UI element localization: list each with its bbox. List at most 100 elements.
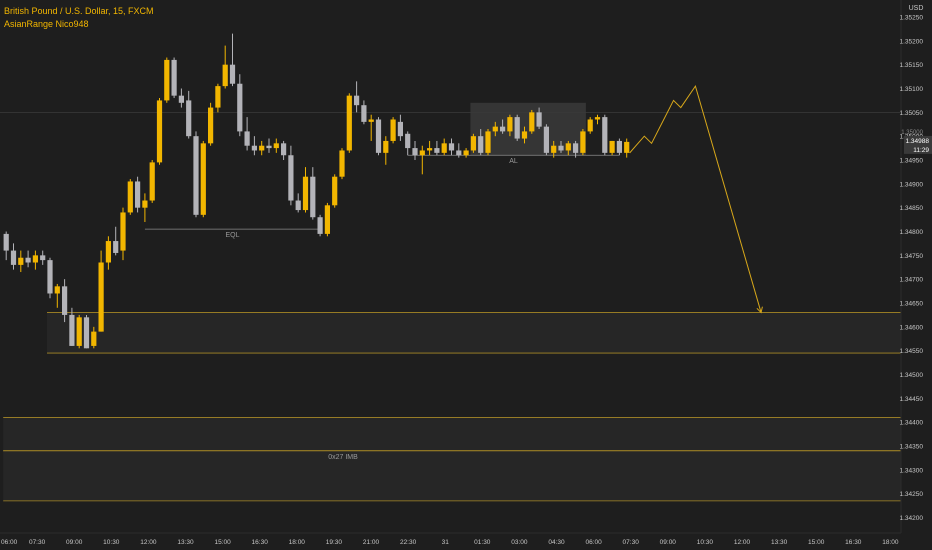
- candle-body: [62, 286, 68, 315]
- price-tick-label: 1.35050: [900, 110, 924, 117]
- candle-body: [390, 119, 396, 141]
- candle-body: [594, 117, 601, 120]
- candle-body: [69, 314, 75, 346]
- price-tick-label: 1.34550: [900, 348, 924, 355]
- price-tick-label: 1.34350: [900, 444, 924, 451]
- candle: [616, 138, 622, 156]
- candle-body: [310, 176, 316, 218]
- candle-body: [149, 162, 155, 201]
- candle-body: [244, 131, 250, 146]
- candle-body: [193, 136, 199, 215]
- candle-body: [164, 59, 170, 101]
- candle-body: [142, 200, 148, 208]
- candle-body: [10, 250, 17, 265]
- candle-body: [412, 148, 418, 156]
- candle-body: [448, 143, 455, 151]
- time-tick-label: 09:00: [660, 539, 677, 546]
- price-tick-label: 1.34700: [900, 277, 924, 284]
- candle-body: [339, 150, 345, 177]
- candle-body: [47, 260, 53, 294]
- price-tick-label: 1.34250: [900, 491, 924, 498]
- candle-body: [500, 126, 506, 132]
- candle-body: [324, 205, 330, 234]
- candle: [98, 250, 104, 332]
- price-tick-label: 1.35100: [900, 86, 924, 93]
- candle-body: [463, 150, 469, 156]
- candle: [83, 314, 90, 349]
- candle-body: [105, 241, 111, 263]
- candle: [390, 117, 396, 144]
- candle-body: [492, 126, 498, 132]
- candle-body: [91, 331, 97, 346]
- candle-body: [120, 212, 126, 251]
- candle-body: [208, 107, 214, 144]
- candle-body: [18, 257, 24, 265]
- price-tick-label: 1.34850: [900, 205, 924, 212]
- candle-body: [551, 145, 557, 153]
- time-tick-label: 10:30: [103, 539, 120, 546]
- candle-body: [609, 140, 615, 153]
- time-tick-label: 21:00: [363, 539, 380, 546]
- candle-body: [288, 155, 294, 201]
- candle-body: [383, 140, 389, 153]
- candle: [164, 57, 170, 103]
- price-tick-label: 1.34950: [900, 158, 924, 165]
- candle-body: [302, 176, 309, 211]
- candle-body: [521, 131, 528, 139]
- candle-body: [405, 133, 411, 149]
- candle-body: [361, 105, 367, 122]
- candle-body: [3, 233, 9, 251]
- zone-3: [3, 450, 901, 501]
- candle: [529, 109, 535, 134]
- price-tick-label: 1.34500: [900, 372, 924, 379]
- candle-body: [580, 131, 586, 153]
- candle: [208, 102, 214, 146]
- price-tick-label: 1.34450: [900, 396, 924, 403]
- candle: [346, 93, 352, 153]
- candle-body: [127, 181, 133, 213]
- candle-body: [375, 119, 382, 153]
- candle-body: [616, 140, 622, 153]
- candle: [543, 124, 549, 156]
- candle: [324, 202, 330, 237]
- candle-body: [215, 86, 221, 108]
- price-tick-label: 1.35200: [900, 38, 924, 45]
- candle: [580, 129, 586, 156]
- price-chart[interactable]: 0x27 IMB EQL AL USD 1.35250 1.35200 1.35150…: [0, 0, 932, 550]
- candle-body: [200, 143, 206, 215]
- candle-body: [565, 143, 571, 151]
- zone-label: 0x27 IMB: [328, 454, 358, 461]
- countdown-label: 11:29: [913, 147, 929, 154]
- time-tick-label: 01:30: [474, 539, 491, 546]
- candle-body: [281, 143, 287, 156]
- candle-body: [317, 217, 323, 234]
- time-tick-label: 10:30: [697, 539, 714, 546]
- candle-body: [332, 176, 338, 206]
- candle-body: [602, 117, 608, 153]
- candle-body: [441, 143, 447, 153]
- price-tick-label: 1.34900: [900, 181, 924, 188]
- candle-body: [83, 317, 90, 349]
- price-tick-label: 1.35150: [900, 62, 924, 69]
- symbol-title[interactable]: British Pound / U.S. Dollar, 15, FXCM: [4, 5, 154, 18]
- indicator-name[interactable]: AsianRange Nico948: [4, 18, 154, 31]
- time-tick-label: 22:30: [400, 539, 417, 546]
- candle-body: [237, 83, 243, 132]
- zone-1: [47, 312, 901, 354]
- candle-body: [434, 148, 440, 153]
- candle-body: [259, 145, 265, 151]
- time-tick-label: 13:30: [771, 539, 788, 546]
- candle: [171, 57, 177, 99]
- candle-body: [478, 136, 484, 153]
- time-tick-label: 06:00: [585, 539, 602, 546]
- candle: [76, 314, 82, 349]
- candle: [47, 257, 53, 299]
- partial-price-label: 1.35000: [901, 130, 923, 136]
- chart-legend: British Pound / U.S. Dollar, 15, FXCM As…: [4, 5, 154, 31]
- candle-body: [135, 181, 141, 208]
- price-tick-label: 1.35250: [900, 15, 924, 22]
- time-tick-label: 13:30: [177, 539, 194, 546]
- candle: [485, 129, 491, 156]
- candle-body: [40, 255, 46, 261]
- candle: [587, 117, 593, 134]
